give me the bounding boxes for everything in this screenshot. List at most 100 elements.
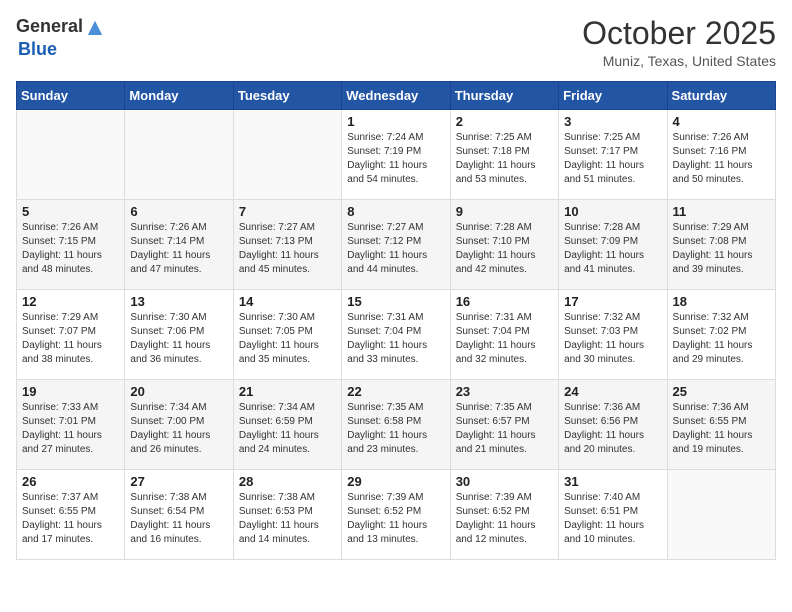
calendar-cell: 10Sunrise: 7:28 AM Sunset: 7:09 PM Dayli… bbox=[559, 200, 667, 290]
day-number: 17 bbox=[564, 294, 661, 309]
day-info: Sunrise: 7:32 AM Sunset: 7:03 PM Dayligh… bbox=[564, 311, 661, 367]
day-number: 12 bbox=[22, 294, 119, 309]
calendar-cell: 11 Sunrise: 7:29 AM Sunset: 7:08 PM Dayli… bbox=[667, 200, 775, 290]
day-info: Sunrise: 7:39 AM Sunset: 6:52 PM Dayligh… bbox=[347, 491, 444, 547]
calendar-cell: 1 Sunrise: 7:24 AM Sunset: 7:19 PM Daylig… bbox=[342, 110, 450, 200]
page-header: General Blue October 2025 Muniz, Texas, … bbox=[16, 16, 776, 69]
logo-text-blue: Blue bbox=[18, 39, 57, 59]
calendar-cell: 28 Sunrise: 7:38 AM Sunset: 6:53 PM Dayli… bbox=[233, 470, 341, 560]
day-info: Sunrise: 7:30 AM Sunset: 7:06 PM Dayligh… bbox=[130, 311, 227, 367]
calendar-cell: 15 Sunrise: 7:31 AM Sunset: 7:04 PM Dayli… bbox=[342, 290, 450, 380]
day-info: Sunrise: 7:32 AM Sunset: 7:02 PM Dayligh… bbox=[673, 311, 770, 367]
weekday-header: Thursday bbox=[450, 82, 558, 110]
day-info: Sunrise: 7:26 AM Sunset: 7:14 PM Dayligh… bbox=[130, 221, 227, 277]
day-info: Sunrise: 7:39 AM Sunset: 6:52 PM Dayligh… bbox=[456, 491, 553, 547]
calendar-cell: 2 Sunrise: 7:25 AM Sunset: 7:18 PM Daylig… bbox=[450, 110, 558, 200]
calendar-week-row: 19Sunrise: 7:33 AM Sunset: 7:01 PM Dayli… bbox=[17, 380, 776, 470]
day-number: 7 bbox=[239, 204, 336, 219]
calendar-week-row: 26 Sunrise: 7:37 AM Sunset: 6:55 PM Dayli… bbox=[17, 470, 776, 560]
day-info: Sunrise: 7:28 AM Sunset: 7:09 PM Dayligh… bbox=[564, 221, 661, 277]
day-number: 24 bbox=[564, 384, 661, 399]
calendar-cell: 19Sunrise: 7:33 AM Sunset: 7:01 PM Dayli… bbox=[17, 380, 125, 470]
weekday-header: Sunday bbox=[17, 82, 125, 110]
day-number: 31 bbox=[564, 474, 661, 489]
calendar-cell: 16 Sunrise: 7:31 AM Sunset: 7:04 PM Dayli… bbox=[450, 290, 558, 380]
logo: General Blue bbox=[16, 16, 107, 60]
calendar-cell: 27 Sunrise: 7:38 AM Sunset: 6:54 PM Dayli… bbox=[125, 470, 233, 560]
calendar-cell: 24Sunrise: 7:36 AM Sunset: 6:56 PM Dayli… bbox=[559, 380, 667, 470]
day-info: Sunrise: 7:31 AM Sunset: 7:04 PM Dayligh… bbox=[347, 311, 444, 367]
calendar-cell: 12 Sunrise: 7:29 AM Sunset: 7:07 PM Dayli… bbox=[17, 290, 125, 380]
calendar-cell: 21 Sunrise: 7:34 AM Sunset: 6:59 PM Dayli… bbox=[233, 380, 341, 470]
weekday-header: Saturday bbox=[667, 82, 775, 110]
logo-text-general: General bbox=[16, 16, 83, 36]
day-number: 9 bbox=[456, 204, 553, 219]
day-number: 25 bbox=[673, 384, 770, 399]
weekday-header: Wednesday bbox=[342, 82, 450, 110]
calendar-cell: 20Sunrise: 7:34 AM Sunset: 7:00 PM Dayli… bbox=[125, 380, 233, 470]
day-number: 15 bbox=[347, 294, 444, 309]
day-number: 20 bbox=[130, 384, 227, 399]
calendar-cell: 23Sunrise: 7:35 AM Sunset: 6:57 PM Dayli… bbox=[450, 380, 558, 470]
calendar-cell: 7 Sunrise: 7:27 AM Sunset: 7:13 PM Daylig… bbox=[233, 200, 341, 290]
day-number: 1 bbox=[347, 114, 444, 129]
day-number: 28 bbox=[239, 474, 336, 489]
day-number: 6 bbox=[130, 204, 227, 219]
logo-icon bbox=[84, 17, 106, 39]
day-info: Sunrise: 7:30 AM Sunset: 7:05 PM Dayligh… bbox=[239, 311, 336, 367]
day-number: 16 bbox=[456, 294, 553, 309]
location-subtitle: Muniz, Texas, United States bbox=[582, 53, 776, 69]
day-number: 22 bbox=[347, 384, 444, 399]
calendar-cell: 22Sunrise: 7:35 AM Sunset: 6:58 PM Dayli… bbox=[342, 380, 450, 470]
title-section: October 2025 Muniz, Texas, United States bbox=[582, 16, 776, 69]
calendar-cell: 8Sunrise: 7:27 AM Sunset: 7:12 PM Daylig… bbox=[342, 200, 450, 290]
calendar-cell: 3Sunrise: 7:25 AM Sunset: 7:17 PM Daylig… bbox=[559, 110, 667, 200]
day-number: 14 bbox=[239, 294, 336, 309]
month-year-title: October 2025 bbox=[582, 16, 776, 51]
day-number: 5 bbox=[22, 204, 119, 219]
weekday-header-row: SundayMondayTuesdayWednesdayThursdayFrid… bbox=[17, 82, 776, 110]
calendar-table: SundayMondayTuesdayWednesdayThursdayFrid… bbox=[16, 81, 776, 560]
weekday-header: Monday bbox=[125, 82, 233, 110]
day-info: Sunrise: 7:25 AM Sunset: 7:18 PM Dayligh… bbox=[456, 131, 553, 187]
calendar-cell: 4 Sunrise: 7:26 AM Sunset: 7:16 PM Daylig… bbox=[667, 110, 775, 200]
day-number: 2 bbox=[456, 114, 553, 129]
calendar-cell: 9Sunrise: 7:28 AM Sunset: 7:10 PM Daylig… bbox=[450, 200, 558, 290]
day-info: Sunrise: 7:38 AM Sunset: 6:53 PM Dayligh… bbox=[239, 491, 336, 547]
calendar-week-row: 5 Sunrise: 7:26 AM Sunset: 7:15 PM Daylig… bbox=[17, 200, 776, 290]
calendar-week-row: 12 Sunrise: 7:29 AM Sunset: 7:07 PM Dayli… bbox=[17, 290, 776, 380]
calendar-cell: 31 Sunrise: 7:40 AM Sunset: 6:51 PM Dayli… bbox=[559, 470, 667, 560]
day-info: Sunrise: 7:38 AM Sunset: 6:54 PM Dayligh… bbox=[130, 491, 227, 547]
calendar-cell: 18Sunrise: 7:32 AM Sunset: 7:02 PM Dayli… bbox=[667, 290, 775, 380]
day-number: 26 bbox=[22, 474, 119, 489]
day-number: 11 bbox=[673, 204, 770, 219]
day-number: 3 bbox=[564, 114, 661, 129]
day-number: 21 bbox=[239, 384, 336, 399]
day-number: 13 bbox=[130, 294, 227, 309]
calendar-cell bbox=[233, 110, 341, 200]
day-info: Sunrise: 7:40 AM Sunset: 6:51 PM Dayligh… bbox=[564, 491, 661, 547]
day-info: Sunrise: 7:26 AM Sunset: 7:15 PM Dayligh… bbox=[22, 221, 119, 277]
day-number: 27 bbox=[130, 474, 227, 489]
day-number: 30 bbox=[456, 474, 553, 489]
calendar-cell: 30 Sunrise: 7:39 AM Sunset: 6:52 PM Dayli… bbox=[450, 470, 558, 560]
calendar-cell bbox=[125, 110, 233, 200]
day-info: Sunrise: 7:24 AM Sunset: 7:19 PM Dayligh… bbox=[347, 131, 444, 187]
day-number: 8 bbox=[347, 204, 444, 219]
day-info: Sunrise: 7:31 AM Sunset: 7:04 PM Dayligh… bbox=[456, 311, 553, 367]
day-number: 4 bbox=[673, 114, 770, 129]
calendar-week-row: 1 Sunrise: 7:24 AM Sunset: 7:19 PM Daylig… bbox=[17, 110, 776, 200]
day-info: Sunrise: 7:27 AM Sunset: 7:13 PM Dayligh… bbox=[239, 221, 336, 277]
calendar-cell: 5 Sunrise: 7:26 AM Sunset: 7:15 PM Daylig… bbox=[17, 200, 125, 290]
logo-container: General Blue bbox=[16, 16, 107, 60]
day-number: 23 bbox=[456, 384, 553, 399]
calendar-cell: 25Sunrise: 7:36 AM Sunset: 6:55 PM Dayli… bbox=[667, 380, 775, 470]
calendar-cell: 6 Sunrise: 7:26 AM Sunset: 7:14 PM Daylig… bbox=[125, 200, 233, 290]
day-info: Sunrise: 7:34 AM Sunset: 6:59 PM Dayligh… bbox=[239, 401, 336, 457]
day-info: Sunrise: 7:29 AM Sunset: 7:08 PM Dayligh… bbox=[673, 221, 770, 277]
day-number: 19 bbox=[22, 384, 119, 399]
day-info: Sunrise: 7:29 AM Sunset: 7:07 PM Dayligh… bbox=[22, 311, 119, 367]
day-info: Sunrise: 7:26 AM Sunset: 7:16 PM Dayligh… bbox=[673, 131, 770, 187]
calendar-cell bbox=[17, 110, 125, 200]
day-info: Sunrise: 7:37 AM Sunset: 6:55 PM Dayligh… bbox=[22, 491, 119, 547]
